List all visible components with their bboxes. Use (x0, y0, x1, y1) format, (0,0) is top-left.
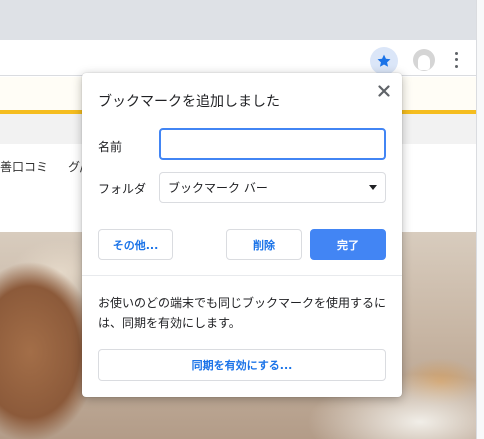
avatar[interactable] (413, 49, 435, 71)
dialog-title: ブックマークを追加しました (98, 94, 280, 110)
folder-select-value: ブックマーク バー (168, 181, 268, 195)
three-dots-vertical-icon (454, 51, 458, 55)
page-link[interactable]: 善口コミ (0, 158, 48, 175)
browser-menu-button[interactable] (449, 50, 463, 70)
bookmark-name-input[interactable] (159, 128, 386, 160)
close-button[interactable] (374, 81, 394, 101)
done-button[interactable]: 完了 (310, 229, 386, 260)
bookmark-star-button[interactable] (370, 47, 398, 75)
sync-message: お使いのどの端末でも同じブックマークを使用するには、同期を有効にします。 (98, 296, 387, 330)
star-icon (377, 54, 391, 67)
remove-button[interactable]: 削除 (226, 229, 302, 260)
person-icon (418, 55, 430, 70)
menu-dot (454, 65, 458, 69)
chevron-down-icon (369, 185, 377, 190)
window-edge (476, 0, 484, 439)
close-icon (378, 85, 390, 97)
enable-sync-button[interactable]: 同期を有効にする... (98, 349, 386, 381)
tab-strip (0, 0, 476, 40)
divider (82, 275, 402, 276)
folder-select[interactable]: ブックマーク バー (159, 172, 386, 203)
folder-label: フォルダ (98, 182, 147, 196)
menu-dot (454, 58, 458, 62)
browser-toolbar (0, 40, 476, 76)
name-label: 名前 (98, 140, 123, 154)
bookmark-added-dialog: ブックマークを追加しました 名前 フォルダ ブックマーク バー その他... 削… (82, 73, 402, 397)
more-button[interactable]: その他... (98, 229, 173, 260)
